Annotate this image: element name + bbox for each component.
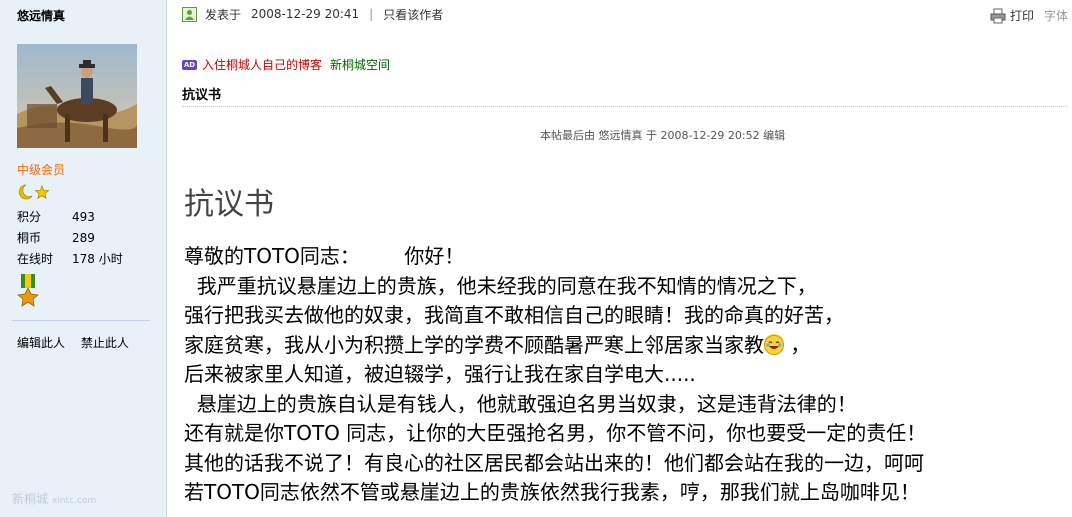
author-sidebar: 悠远情真 中级会员 积分 493 桐币 289 在线时 178 小时 编辑此人 … — [0, 0, 167, 517]
post-content: 尊敬的TOTO同志： 你好！ 我严重抗议悬崖边上的贵族，他未经我的同意在我不知情… — [184, 242, 926, 508]
content-line-text: 家庭贫寒，我从小为积攒上学的学费不顾酷暑严寒上邻居家当家教 — [184, 332, 764, 357]
watermark-text: 新桐城 — [12, 492, 49, 506]
medal-icon[interactable] — [17, 274, 39, 312]
watermark-url: xintc.com — [52, 496, 97, 506]
content-line: 若TOTO同志依然不管或悬崖边上的贵族依然我行我素，哼，那我们就上岛咖啡见！ — [184, 480, 920, 504]
avatar-image — [17, 44, 137, 148]
content-line: 其他的话我不说了！有良心的社区居民都会站出来的！他们都会站在我的一边，呵呵 — [184, 450, 924, 475]
laughing-emoji-icon — [764, 333, 784, 355]
content-title: 抗议书 — [184, 187, 274, 222]
stat-value: 289 — [72, 231, 95, 245]
content-line: 家庭贫寒，我从小为积攒上学的学费不顾酷暑严寒上邻居家当家教 ， — [184, 331, 926, 361]
stat-online-time: 在线时 178 小时 — [17, 249, 123, 270]
printer-icon — [990, 8, 1006, 23]
moon-star-icon — [18, 184, 50, 200]
ban-user-link[interactable]: 禁止此人 — [81, 336, 129, 350]
online-status-icon — [182, 6, 197, 22]
print-label: 打印 — [1009, 9, 1034, 23]
content-line: 强行把我买去做他的奴隶，我简直不敢相信自己的眼睛！我的命真的好苦， — [184, 303, 844, 327]
sidebar-divider — [12, 320, 150, 321]
edit-note: 本帖最后由 悠远情真 于 2008-12-29 20:52 编辑 — [540, 129, 786, 142]
post-meta-bar: 发表于 2008-12-29 20:41 | 只看该作者 — [182, 5, 443, 23]
avatar[interactable] — [17, 44, 137, 148]
stat-label: 桐币 — [17, 231, 42, 245]
post-tools: 打印 字体 — [990, 7, 1068, 24]
blog-ad-link[interactable]: 入住桐城人自己的博客 — [202, 56, 322, 73]
stat-value: 493 — [72, 210, 95, 224]
medal-graphic — [17, 274, 39, 307]
rank-icons — [17, 183, 51, 201]
posted-time: 2008-12-29 20:41 — [251, 7, 360, 21]
edit-user-link[interactable]: 编辑此人 — [17, 336, 65, 350]
title-divider — [182, 106, 1068, 107]
member-level: 中级会员 — [17, 163, 66, 177]
ad-line: AD 入住桐城人自己的博客 新桐城空间 — [182, 56, 390, 73]
font-size-button[interactable]: 字体 — [1044, 7, 1068, 24]
space-ad-link[interactable]: 新桐城空间 — [330, 56, 390, 73]
stat-label: 在线时 — [17, 252, 54, 266]
stat-label: 积分 — [17, 210, 42, 224]
site-watermark: 新桐城 xintc.com — [12, 490, 96, 507]
content-line: 后来被家里人知道，被迫辍学，强行让我在家自学电大..... — [184, 362, 696, 386]
ad-icon: AD — [182, 59, 197, 70]
print-button[interactable]: 打印 — [990, 7, 1034, 24]
only-author-link[interactable]: 只看该作者 — [383, 6, 443, 23]
author-actions: 编辑此人 禁止此人 — [17, 334, 141, 351]
author-stats: 积分 493 桐币 289 在线时 178 小时 — [17, 207, 123, 270]
stat-coins: 桐币 289 — [17, 228, 123, 249]
content-line: 我严重抗议悬崖边上的贵族，他未经我的同意在我不知情的情况之下， — [184, 273, 817, 298]
posted-label: 发表于 — [205, 7, 242, 22]
author-name[interactable]: 悠远情真 — [17, 7, 65, 24]
emoji-graphic — [764, 334, 784, 355]
post-title: 抗议书 — [182, 88, 222, 103]
content-line: 尊敬的TOTO同志： 你好！ — [184, 244, 465, 268]
stat-points: 积分 493 — [17, 207, 123, 228]
separator: | — [369, 7, 374, 21]
content-line: 还有就是你TOTO 同志，让你的大臣强抢名男，你不管不问，你也要受一定的责任！ — [184, 421, 927, 445]
content-line: 悬崖边上的贵族自认是有钱人，他就敢强迫名男当奴隶，这是违背法律的！ — [184, 391, 857, 416]
stat-value: 178 小时 — [72, 252, 123, 266]
content-line-suffix: ， — [784, 332, 811, 357]
